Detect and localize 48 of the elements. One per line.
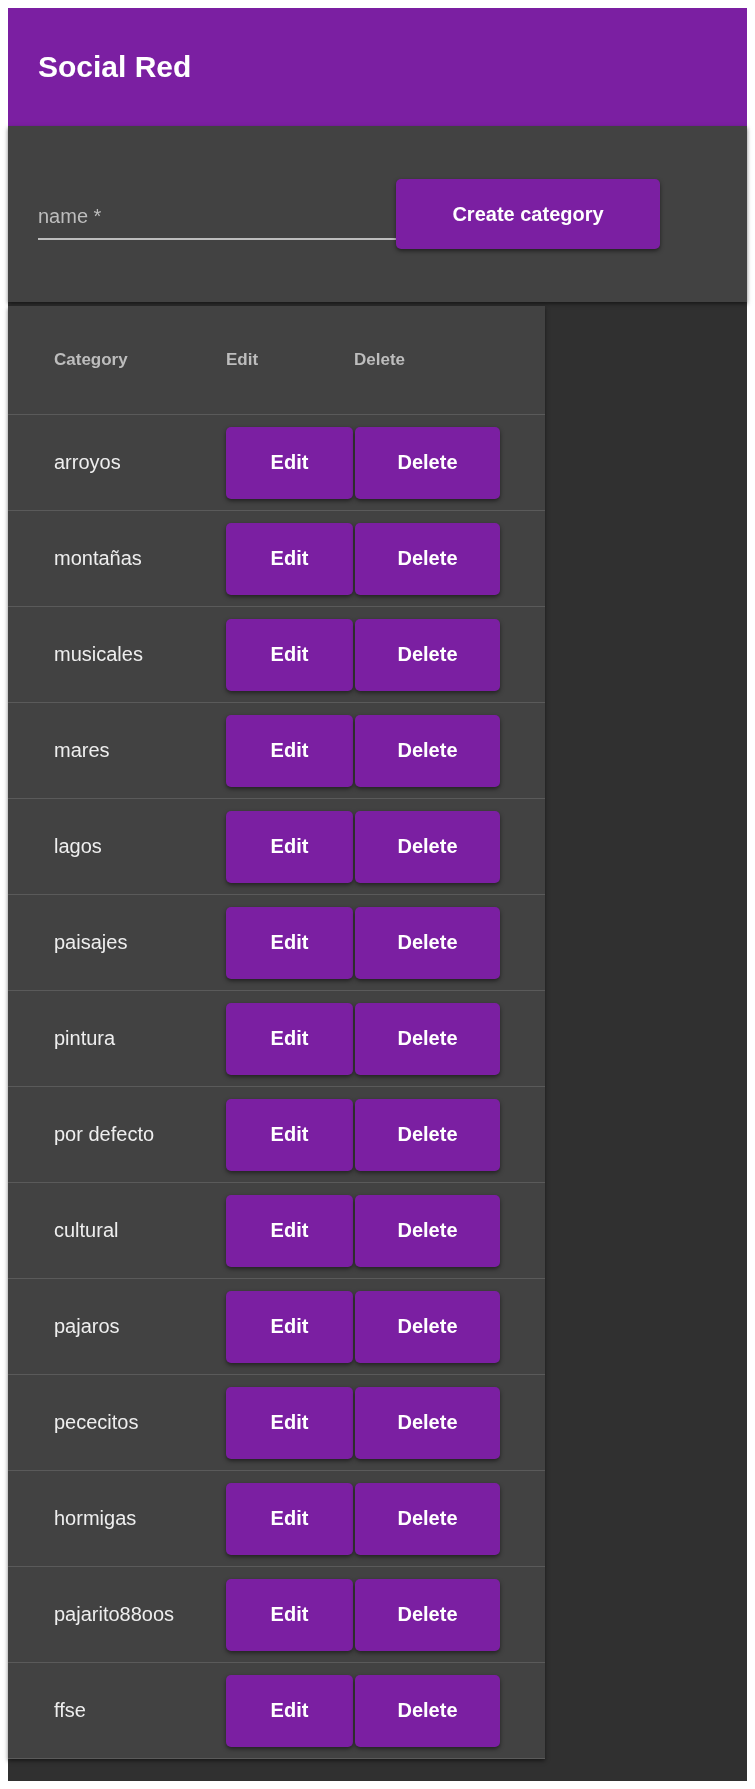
edit-button[interactable]: Edit: [226, 906, 353, 979]
category-name: montañas: [54, 547, 142, 569]
name-field[interactable]: name *: [38, 194, 396, 240]
category-name: pajaros: [54, 1315, 120, 1337]
delete-button[interactable]: Delete: [355, 1098, 500, 1171]
edit-button[interactable]: Edit: [226, 810, 353, 883]
category-name: pintura: [54, 1027, 116, 1049]
category-name: lagos: [54, 835, 102, 857]
delete-button[interactable]: Delete: [355, 1002, 500, 1075]
column-header: Category: [54, 350, 128, 369]
delete-button[interactable]: Delete: [355, 1482, 500, 1555]
edit-button[interactable]: Edit: [226, 1194, 353, 1267]
edit-button[interactable]: Edit: [226, 1290, 353, 1363]
delete-button[interactable]: Delete: [355, 1290, 500, 1363]
category-name: arroyos: [54, 451, 121, 473]
edit-button[interactable]: Edit: [226, 618, 353, 691]
category-name: pajarito88oos: [54, 1603, 175, 1625]
create-category-button[interactable]: Create category: [396, 179, 660, 249]
delete-button[interactable]: Delete: [355, 714, 500, 787]
delete-button[interactable]: Delete: [355, 1386, 500, 1459]
category-name: musicales: [54, 643, 143, 665]
edit-button[interactable]: Edit: [226, 1674, 353, 1747]
delete-button[interactable]: Delete: [355, 1674, 500, 1747]
edit-button[interactable]: Edit: [226, 714, 353, 787]
delete-button[interactable]: Delete: [355, 618, 500, 691]
category-name: hormigas: [54, 1507, 137, 1529]
delete-button[interactable]: Delete: [355, 810, 500, 883]
delete-button[interactable]: Delete: [355, 426, 500, 499]
category-name: pececitos: [54, 1411, 139, 1433]
edit-button[interactable]: Edit: [226, 1578, 353, 1651]
edit-button[interactable]: Edit: [226, 1098, 353, 1171]
edit-button[interactable]: Edit: [226, 1002, 353, 1075]
column-header: Delete: [354, 350, 406, 369]
edit-button[interactable]: Edit: [226, 522, 353, 595]
category-name: cultural: [54, 1219, 119, 1241]
edit-button[interactable]: Edit: [226, 1386, 353, 1459]
delete-button[interactable]: Delete: [355, 522, 500, 595]
category-name: por defecto: [54, 1123, 155, 1145]
app-title: Social Red: [38, 50, 192, 84]
column-header: Edit: [226, 350, 259, 369]
delete-button[interactable]: Delete: [355, 1578, 500, 1651]
edit-button[interactable]: Edit: [226, 426, 353, 499]
category-name: ffse: [54, 1699, 86, 1721]
delete-button[interactable]: Delete: [355, 1194, 500, 1267]
delete-button[interactable]: Delete: [355, 906, 500, 979]
category-name: mares: [54, 739, 110, 761]
category-name: paisajes: [54, 931, 128, 953]
edit-button[interactable]: Edit: [226, 1482, 353, 1555]
